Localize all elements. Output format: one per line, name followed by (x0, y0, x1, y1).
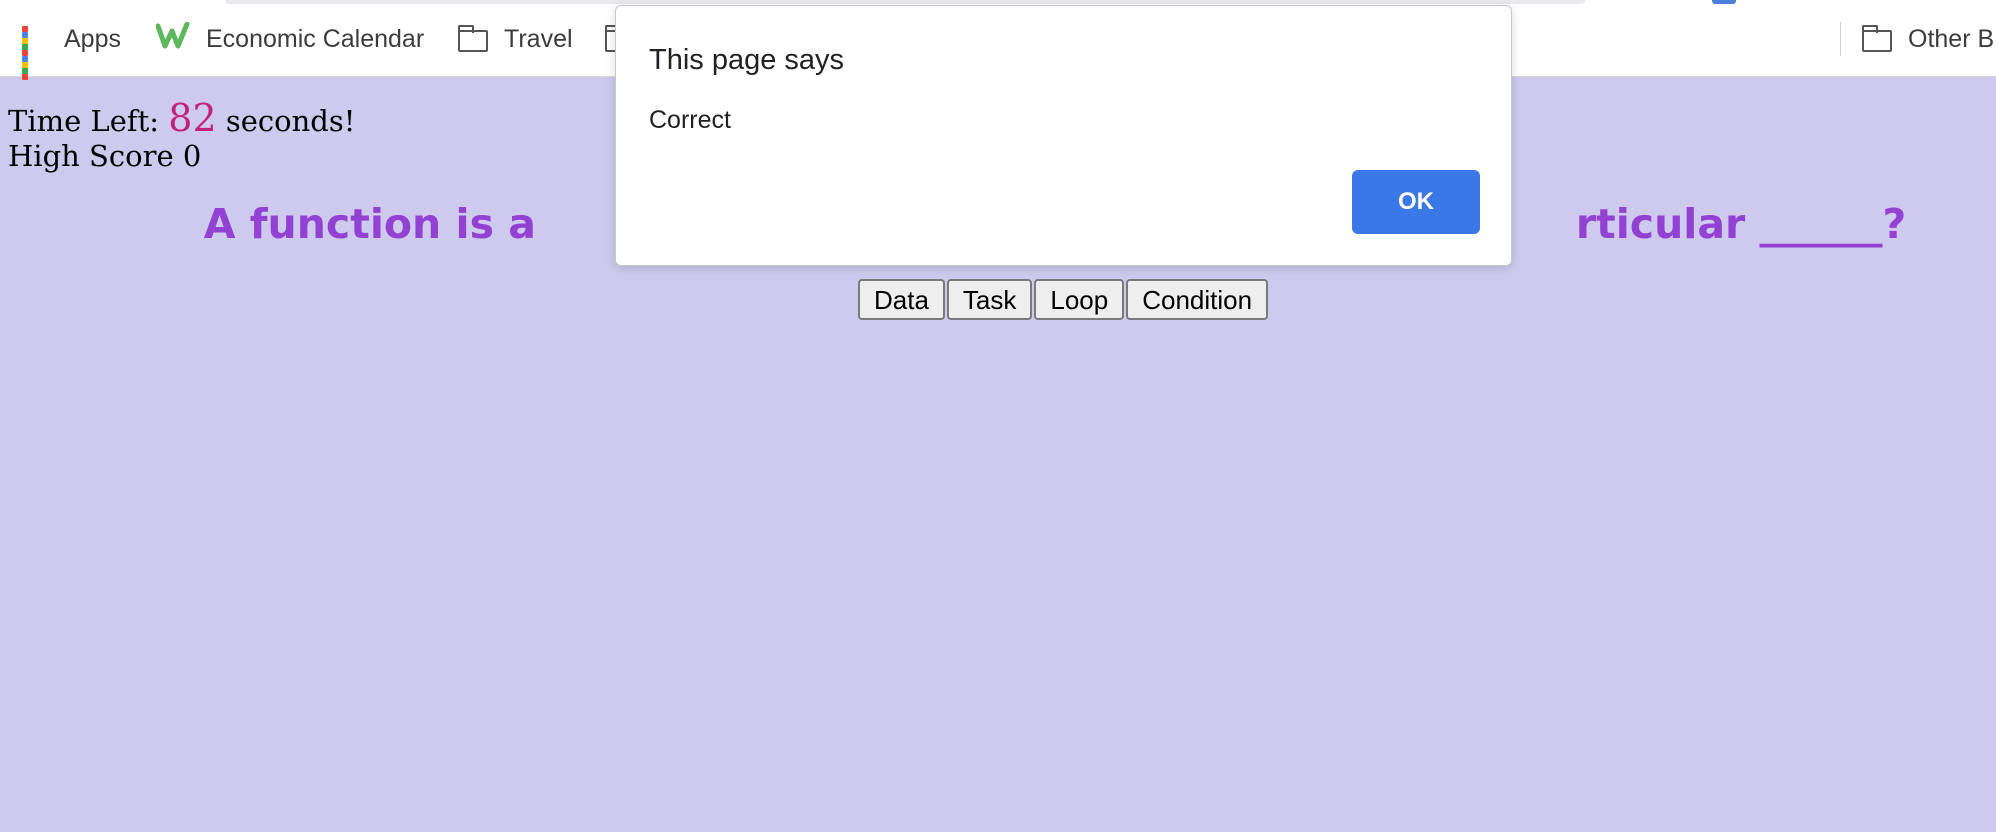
question-left: A function is a (203, 200, 536, 248)
answer-data-button[interactable]: Data (858, 279, 945, 320)
time-left-value: 82 (168, 96, 217, 140)
bookmark-apps-label: Apps (64, 24, 121, 53)
economic-calendar-icon (155, 21, 190, 57)
time-left-prefix: Time Left: (8, 104, 169, 138)
folder-icon (458, 25, 488, 52)
answer-task-button[interactable]: Task (946, 279, 1033, 320)
dialog-title: This page says (649, 44, 845, 76)
bookmark-other[interactable]: Other B (1862, 22, 1994, 56)
extension-icon-edge (1712, 0, 1736, 4)
bookmark-economic-calendar[interactable]: Economic Calendar (155, 21, 425, 57)
folder-icon (1862, 25, 1892, 52)
answer-condition-button[interactable]: Condition (1126, 279, 1269, 320)
address-bar-edge (225, 0, 1585, 4)
bookmark-other-label: Other B (1908, 24, 1995, 53)
bookmark-travel-label: Travel (504, 24, 573, 53)
time-left: Time Left: 82 seconds! (8, 96, 355, 140)
bookmark-apps[interactable]: Apps (22, 22, 121, 80)
dialog-message: Correct (649, 106, 731, 134)
answer-buttons: Data Task Loop Condition (858, 279, 1269, 320)
bookmarks-divider (1840, 22, 1841, 56)
ok-button[interactable]: OK (1352, 170, 1480, 234)
apps-grid-icon (22, 26, 48, 80)
bookmark-economic-calendar-label: Economic Calendar (206, 24, 425, 53)
bookmark-travel[interactable]: Travel (458, 22, 573, 56)
answer-loop-button[interactable]: Loop (1034, 279, 1125, 320)
time-left-suffix: seconds! (216, 104, 356, 138)
question-right: rticular ______? (1575, 200, 1907, 248)
high-score: High Score 0 (8, 139, 202, 173)
alert-dialog: This page says Correct OK (615, 5, 1512, 266)
